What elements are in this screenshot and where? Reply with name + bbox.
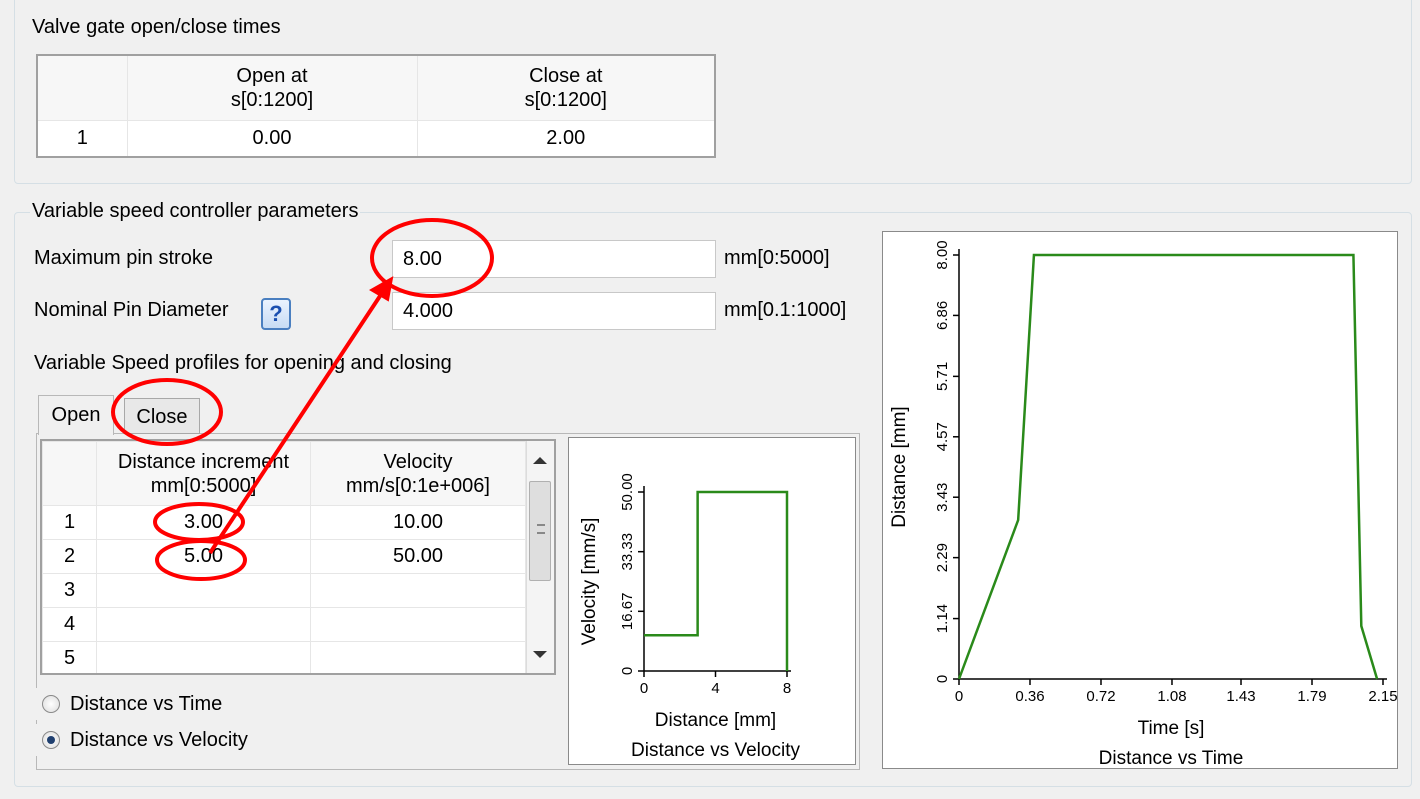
help-icon: ? [269, 301, 283, 326]
velocity-header: Velocity mm/s[0:1e+006] [310, 441, 526, 506]
x-tick-label: 2.15 [1368, 688, 1397, 705]
table-row: 1 0.00 2.00 [36, 119, 716, 158]
y-tick-label: 6.86 [934, 301, 951, 330]
table-row: 2 5.00 50.00 [42, 539, 526, 574]
x-tick-label: 1.79 [1297, 688, 1326, 705]
tab-close[interactable]: Close [124, 398, 200, 434]
max-stroke-label: Maximum pin stroke [34, 247, 213, 269]
velocity-chart: 0 16.67 33.33 50.00 0 4 8 Velocity [mm/s] Distan… [579, 473, 800, 761]
valve-gate-table: Open at s[0:1200] Close at s[0:1200] 1 0… [36, 54, 716, 158]
row-index: 1 [42, 505, 97, 540]
controller-title: Variable speed controller parameters [30, 200, 361, 223]
table-corner-header [36, 54, 128, 121]
x-tick-label: 0.72 [1086, 688, 1115, 705]
help-button[interactable]: ? [261, 298, 291, 330]
speed-table: Distance increment mm[0:5000] Velocity m… [42, 441, 526, 673]
table-row: 3 [42, 573, 526, 608]
row-index: 3 [42, 573, 97, 608]
x-tick-label: 0 [640, 680, 648, 697]
row-index: 4 [42, 607, 97, 642]
y-tick-label: 16.67 [619, 593, 636, 631]
x-tick-label: 1.08 [1157, 688, 1186, 705]
pin-diameter-input[interactable]: 4.000 [392, 292, 716, 330]
profiles-label: Variable Speed profiles for opening and … [34, 352, 452, 374]
row-index: 5 [42, 641, 97, 673]
distance-cell[interactable] [96, 607, 311, 642]
chart-title: Distance vs Velocity [631, 740, 800, 761]
y-tick-label: 1.14 [934, 604, 951, 633]
distance-cell[interactable]: 5.00 [96, 539, 311, 574]
pin-diameter-label: Nominal Pin Diameter [34, 299, 229, 321]
x-tick-label: 0 [955, 688, 963, 705]
velocity-cell[interactable] [310, 641, 526, 673]
x-axis-label: Distance [mm] [655, 710, 776, 731]
y-tick-label: 5.71 [934, 362, 951, 391]
chart-title: Distance vs Time [1099, 748, 1244, 768]
row-index: 2 [42, 539, 97, 574]
y-tick-label: 0 [619, 667, 636, 675]
close-at-cell[interactable]: 2.00 [416, 119, 716, 158]
close-at-header: Close at s[0:1200] [416, 54, 716, 121]
time-chart-frame: 0 1.14 2.29 3.43 4.57 5.71 6.86 8.00 0 0.36 0.72 1.… [882, 231, 1398, 769]
scroll-up-icon[interactable] [533, 457, 547, 464]
distance-cell[interactable] [96, 573, 311, 608]
x-tick-label: 1.43 [1226, 688, 1255, 705]
speed-table-corner [42, 441, 97, 506]
radio-label: Distance vs Velocity [70, 729, 248, 751]
x-tick-label: 8 [783, 680, 791, 697]
distance-cell[interactable]: 3.00 [96, 505, 311, 540]
max-stroke-input[interactable]: 8.00 [392, 240, 716, 278]
valve-gate-title: Valve gate open/close times [30, 16, 283, 39]
x-axis-label: Time [s] [1138, 718, 1205, 739]
table-row: 5 [42, 641, 526, 673]
tab-open[interactable]: Open [38, 395, 114, 435]
velocity-cell[interactable]: 10.00 [310, 505, 526, 540]
y-tick-label: 3.43 [934, 483, 951, 512]
velocity-cell[interactable] [310, 607, 526, 642]
row-index: 1 [36, 119, 128, 158]
x-tick-label: 4 [711, 680, 719, 697]
distance-header: Distance increment mm[0:5000] [96, 441, 311, 506]
series-line [957, 253, 1379, 680]
y-axis-label: Velocity [mm/s] [579, 518, 600, 646]
radio-checked-icon [42, 731, 60, 749]
y-axis-label: Distance [mm] [889, 406, 910, 527]
pin-diameter-unit: mm[0.1:1000] [724, 299, 847, 321]
y-tick-label: 4.57 [934, 422, 951, 451]
y-tick-label: 2.29 [934, 543, 951, 572]
open-at-cell[interactable]: 0.00 [126, 119, 418, 158]
time-chart: 0 1.14 2.29 3.43 4.57 5.71 6.86 8.00 0 0.36 0.72 1.… [889, 240, 1398, 769]
speed-table-scrollbar[interactable] [526, 441, 554, 673]
radio-distance-vs-velocity[interactable]: Distance vs Velocity [36, 724, 280, 756]
velocity-chart-frame: 0 16.67 33.33 50.00 0 4 8 Velocity [mm/s] Distan… [568, 437, 856, 765]
scroll-down-icon[interactable] [533, 651, 547, 658]
table-row: 4 [42, 607, 526, 642]
radio-label: Distance vs Time [70, 693, 223, 715]
distance-cell[interactable] [96, 641, 311, 673]
x-tick-label: 0.36 [1015, 688, 1044, 705]
max-stroke-unit: mm[0:5000] [724, 247, 830, 269]
scroll-thumb[interactable] [529, 481, 551, 581]
velocity-cell[interactable] [310, 573, 526, 608]
y-tick-label: 50.00 [619, 473, 636, 511]
velocity-cell[interactable]: 50.00 [310, 539, 526, 574]
series-line [644, 490, 789, 671]
y-tick-label: 33.33 [619, 533, 636, 571]
y-tick-label: 8.00 [934, 240, 951, 269]
speed-table-frame: Distance increment mm[0:5000] Velocity m… [40, 439, 556, 675]
open-at-header: Open at s[0:1200] [126, 54, 418, 121]
radio-distance-vs-time[interactable]: Distance vs Time [36, 688, 250, 720]
table-row: 1 3.00 10.00 [42, 505, 526, 540]
y-tick-label: 0 [934, 675, 951, 683]
radio-unchecked-icon [42, 695, 60, 713]
grip-icon [537, 524, 545, 534]
